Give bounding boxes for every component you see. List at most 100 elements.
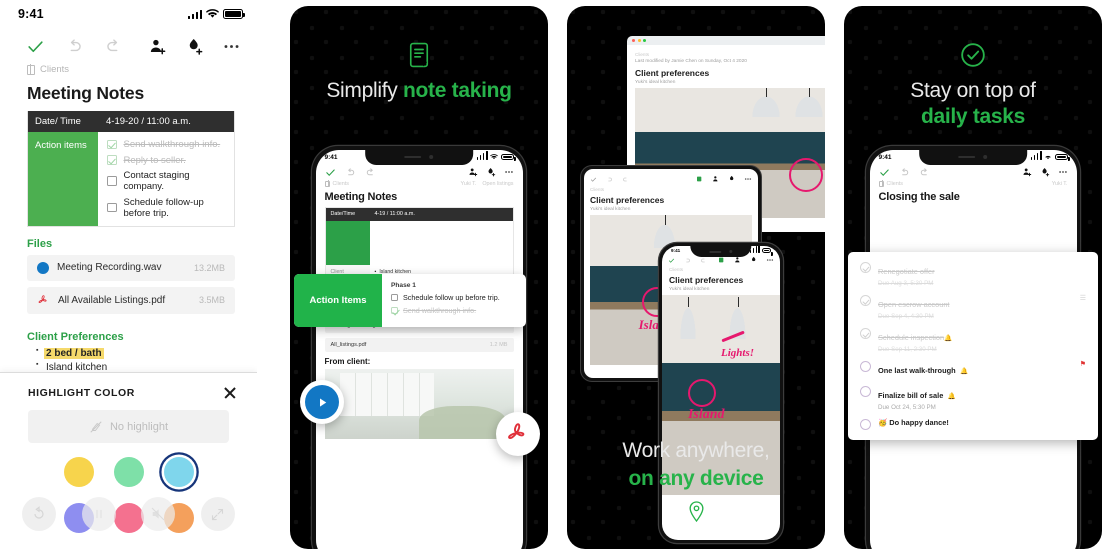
notebook-icon <box>878 180 884 187</box>
undo-icon[interactable] <box>899 167 910 178</box>
breadcrumb[interactable]: Clients <box>0 62 257 77</box>
undo-icon[interactable] <box>345 167 356 178</box>
note-link-icon[interactable]: ☰ <box>1080 294 1086 302</box>
pause-icon[interactable] <box>81 497 116 531</box>
add-ink-icon[interactable] <box>750 256 758 264</box>
redo-icon[interactable] <box>104 37 123 56</box>
task-checkbox-checked-icon[interactable] <box>860 262 871 273</box>
datetime-value[interactable]: 4-19-20 / 11:00 a.m. <box>98 111 234 132</box>
wifi-icon <box>1045 155 1051 160</box>
breadcrumb[interactable]: Clients <box>635 50 825 59</box>
add-person-icon[interactable] <box>148 37 167 56</box>
undo-icon[interactable] <box>606 176 613 183</box>
task-item[interactable]: Open escrow account Due Sep 4, 4:30 PM ☰ <box>860 294 1086 320</box>
more-options-icon[interactable] <box>504 167 514 177</box>
no-highlight-icon <box>90 420 102 433</box>
task-checkbox-checked-icon[interactable] <box>860 328 871 339</box>
checklist-item[interactable]: Contact staging company. <box>107 170 228 192</box>
no-highlight-button[interactable]: No highlight <box>28 410 229 443</box>
breadcrumb[interactable]: Clients <box>590 185 752 194</box>
checklist-item[interactable]: Reply to seller. <box>107 155 228 166</box>
task-item[interactable]: Schedule inspection🔔 Due Sep 11, 2:30 PM <box>860 327 1086 353</box>
close-icon[interactable] <box>223 386 237 400</box>
expand-icon[interactable] <box>200 497 235 531</box>
task-checkbox-icon[interactable] <box>860 361 871 372</box>
add-ink-icon[interactable] <box>1040 167 1050 177</box>
more-options-icon[interactable] <box>744 175 752 183</box>
undo-icon[interactable] <box>684 257 691 264</box>
breadcrumb-notebook: Clients <box>40 64 70 75</box>
phone-file-row-pdf[interactable]: All_listings.pdf 1.2 MB <box>324 337 514 352</box>
status-time: 9:41 <box>878 153 892 161</box>
checkbox-checked-icon[interactable] <box>391 307 398 314</box>
phone-breadcrumb[interactable]: Clients Yuki T. Open listings <box>316 180 523 188</box>
done-check-icon[interactable] <box>668 257 675 264</box>
task-item[interactable]: One last walk-through 🔔 ⚑ <box>860 360 1086 378</box>
task-checkbox-icon[interactable] <box>860 386 871 397</box>
sheet-title: HIGHLIGHT COLOR <box>28 387 135 399</box>
status-time: 9:41 <box>18 7 44 21</box>
flag-icon[interactable]: ⚑ <box>1080 360 1086 368</box>
done-check-icon[interactable] <box>26 37 45 56</box>
swatch-cyan-selected[interactable] <box>163 457 194 487</box>
task-item[interactable]: Renegotiate offer Due Aug 3, 5:30 PM <box>860 261 1086 287</box>
play-audio-badge[interactable] <box>300 380 344 424</box>
add-person-icon[interactable] <box>712 175 720 183</box>
task-checkbox-icon[interactable] <box>860 419 871 430</box>
checklist-item[interactable]: Send walkthrough info. <box>107 139 228 150</box>
checkbox-checked-icon[interactable] <box>107 139 117 150</box>
redo-icon[interactable] <box>622 176 629 183</box>
add-ink-icon[interactable] <box>486 167 496 177</box>
last-modified-meta: Last modified by Jamie Chen on Sunday, O… <box>635 59 747 64</box>
add-person-icon[interactable] <box>734 256 742 264</box>
swatch-green[interactable] <box>113 457 144 487</box>
swatch-yellow[interactable] <box>63 457 94 487</box>
task-item[interactable]: 🥳 Do happy dance! <box>860 418 1086 430</box>
redo-icon[interactable] <box>365 167 376 178</box>
done-check-icon[interactable] <box>879 167 890 178</box>
checklist-item[interactable]: Send walkthrough info. <box>391 306 517 315</box>
checkbox-checked-icon[interactable] <box>107 155 117 165</box>
add-person-icon[interactable] <box>468 167 478 177</box>
done-check-icon[interactable] <box>590 176 597 183</box>
list-item[interactable]: 2 bed / bath <box>36 347 257 359</box>
battery-icon <box>1054 153 1070 161</box>
undo-icon[interactable] <box>65 37 84 56</box>
phone-screen: 9:41 <box>315 149 523 549</box>
checkbox-icon[interactable] <box>107 202 117 213</box>
add-person-icon[interactable] <box>1022 167 1032 177</box>
phone-breadcrumb[interactable]: Clients Yuki T. <box>870 180 1077 188</box>
share-icon[interactable] <box>718 256 726 264</box>
mute-icon[interactable] <box>141 497 176 531</box>
more-options-icon[interactable] <box>766 256 774 264</box>
file-row-audio[interactable]: Meeting Recording.wav 13.2MB <box>27 254 235 281</box>
more-options-icon[interactable] <box>222 37 241 56</box>
redo-icon[interactable] <box>919 167 930 178</box>
checklist-item[interactable]: Schedule follow-up before trip. <box>107 197 228 219</box>
page-title[interactable]: Meeting Notes <box>0 77 257 111</box>
add-ink-icon[interactable] <box>185 37 204 56</box>
promo-headline-block: Stay on top of daily tasks <box>844 6 1102 131</box>
checkbox-icon[interactable] <box>391 294 398 301</box>
action-items-list: Send walkthrough info. Reply to seller. … <box>98 132 234 226</box>
status-time: 9:41 <box>324 153 338 161</box>
breadcrumb[interactable]: Clients <box>662 265 780 274</box>
pdf-file-icon <box>38 294 47 303</box>
replay-icon[interactable] <box>22 497 56 531</box>
redo-icon[interactable] <box>700 257 707 264</box>
pdf-file-badge[interactable] <box>496 412 540 456</box>
task-checkbox-checked-icon[interactable] <box>860 295 871 306</box>
page-subtitle: Yuki's ideal kitchen <box>635 80 676 85</box>
page-title: Client preferences <box>590 195 665 205</box>
task-item[interactable]: Finalize bill of sale 🔔 Due Oct 24, 5:30 … <box>860 385 1086 411</box>
file-row-pdf[interactable]: All Available Listings.pdf 3.5MB <box>27 286 235 314</box>
promo-headline-block: Simplify note taking <box>290 6 548 104</box>
more-options-icon[interactable] <box>1058 167 1068 177</box>
share-icon[interactable] <box>696 175 704 183</box>
checkbox-icon[interactable] <box>107 176 117 186</box>
done-check-icon[interactable] <box>325 167 336 178</box>
checklist-item[interactable]: Schedule follow up before trip. <box>391 293 517 302</box>
promo-headline: Simplify note taking <box>326 79 512 102</box>
no-highlight-label: No highlight <box>109 420 169 433</box>
add-ink-icon[interactable] <box>728 175 736 183</box>
